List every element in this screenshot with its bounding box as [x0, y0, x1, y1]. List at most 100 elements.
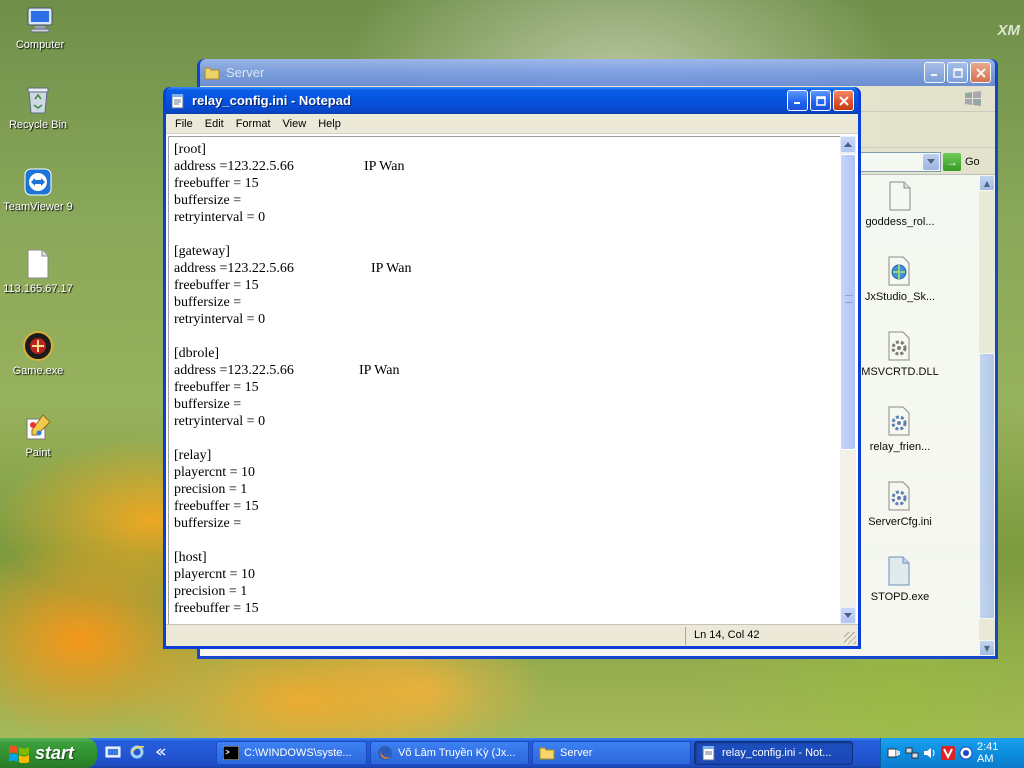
scroll-thumb[interactable]	[840, 154, 856, 450]
desktop-icon-paint[interactable]: Paint	[0, 412, 76, 459]
volume-icon[interactable]	[923, 746, 937, 761]
explorer-minimize-button[interactable]	[924, 62, 945, 83]
file-item[interactable]: STOPD.exe	[860, 555, 940, 603]
arrow-right-icon: →	[943, 153, 961, 171]
explorer-vertical-scrollbar[interactable]: ▲ ▼	[979, 175, 995, 656]
clock[interactable]: 2:41 AM	[977, 741, 1012, 765]
desktop-icon-label: Paint	[25, 447, 51, 459]
menu-file[interactable]: File	[169, 118, 199, 130]
notepad-maximize-button[interactable]	[810, 90, 831, 111]
file-item[interactable]: JxStudio_Sk...	[860, 255, 940, 303]
line-text: [host]	[174, 550, 207, 565]
text-line	[174, 532, 840, 549]
desktop-icon-label: Game.exe	[12, 365, 64, 377]
task-firefox[interactable]: Võ Lâm Truyền Kỳ (Jx...	[370, 741, 529, 765]
line-text: freebuffer = 15	[174, 601, 259, 616]
notepad-vertical-scrollbar[interactable]	[840, 136, 856, 624]
wallpaper-brand: XM	[997, 22, 1021, 39]
firefox-icon	[377, 745, 393, 761]
start-button[interactable]: start	[0, 738, 97, 768]
tray-app-icon[interactable]	[959, 746, 973, 761]
notepad-window[interactable]: relay_config.ini - Notepad File Edit For…	[163, 87, 861, 649]
resize-grip[interactable]	[844, 632, 856, 644]
notepad-minimize-button[interactable]	[787, 90, 808, 111]
text-line: retryinterval = 0	[174, 209, 840, 226]
task-label: relay_config.ini - Not...	[722, 747, 832, 759]
line-annotation: IP Wan	[359, 363, 400, 378]
line-text: buffersize =	[174, 193, 242, 208]
taskbar: start C:\WINDOWS\syste... Võ Lâm Truyền …	[0, 738, 1024, 768]
task-server-folder[interactable]: Server	[532, 741, 691, 765]
text-line: buffersize =	[174, 294, 840, 311]
line-text: retryinterval = 0	[174, 312, 266, 327]
line-text: retryinterval = 0	[174, 414, 266, 429]
desktop-icon-label: 113.165.67.17	[3, 283, 73, 295]
cursor-position: Ln 14, Col 42	[694, 629, 760, 641]
explorer-titlebar[interactable]: Server	[200, 59, 995, 86]
line-text: [relay]	[174, 448, 212, 463]
file-icon	[22, 248, 54, 280]
internet-explorer-icon[interactable]	[128, 743, 146, 761]
menu-edit[interactable]: Edit	[199, 118, 230, 130]
task-label: Server	[560, 747, 593, 759]
line-annotation: IP Wan	[364, 159, 405, 174]
text-line: [relay]	[174, 447, 840, 464]
line-text: address =123.22.5.66	[174, 363, 294, 378]
quick-launch	[104, 743, 170, 761]
text-line: playercnt = 10	[174, 464, 840, 481]
quick-launch-more-icon[interactable]	[152, 743, 170, 761]
computer-icon	[24, 4, 56, 36]
line-text: buffersize =	[174, 516, 242, 531]
text-line: retryinterval = 0	[174, 311, 840, 328]
file-item[interactable]: relay_frien...	[860, 405, 940, 453]
text-line	[174, 226, 840, 243]
line-text: precision = 1	[174, 584, 248, 599]
file-item[interactable]: ServerCfg.ini	[860, 480, 940, 528]
scroll-thumb[interactable]	[979, 353, 995, 619]
explorer-close-button[interactable]	[970, 62, 991, 83]
menu-format[interactable]: Format	[230, 118, 277, 130]
file-name: ServerCfg.ini	[868, 516, 932, 528]
web-file-icon	[884, 255, 916, 287]
tray-network-icon[interactable]	[887, 746, 901, 761]
desktop-icon-ip-file[interactable]: 113.165.67.17	[0, 248, 76, 295]
exe-file-icon	[884, 555, 916, 587]
line-text: freebuffer = 15	[174, 278, 259, 293]
game-icon	[22, 330, 54, 362]
tray-network-connection-icon[interactable]	[905, 746, 919, 761]
desktop-icon-teamviewer[interactable]: TeamViewer 9	[0, 166, 76, 213]
file-name: MSVCRTD.DLL	[861, 366, 939, 378]
folder-icon	[204, 65, 220, 81]
task-console[interactable]: C:\WINDOWS\syste...	[216, 741, 367, 765]
go-button[interactable]: → Go	[943, 152, 989, 172]
text-line: playercnt = 10	[174, 566, 840, 583]
desktop-icon-recycle-bin[interactable]: Recycle Bin	[0, 84, 76, 131]
file-name: STOPD.exe	[870, 591, 930, 603]
desktop-icon-label: Computer	[15, 39, 65, 51]
task-notepad[interactable]: relay_config.ini - Not...	[694, 741, 853, 765]
scroll-down-button[interactable]: ▼	[979, 640, 995, 656]
notepad-close-button[interactable]	[833, 90, 854, 111]
chevron-down-icon[interactable]	[923, 154, 939, 170]
file-item[interactable]: goddess_rol...	[860, 180, 940, 228]
explorer-maximize-button[interactable]	[947, 62, 968, 83]
task-label: C:\WINDOWS\syste...	[244, 747, 352, 759]
notepad-titlebar[interactable]: relay_config.ini - Notepad	[166, 87, 858, 114]
desktop-icon-game[interactable]: Game.exe	[0, 330, 76, 377]
scroll-up-button[interactable]: ▲	[979, 175, 995, 191]
show-desktop-icon[interactable]	[104, 743, 122, 761]
antivirus-v-icon[interactable]	[941, 746, 955, 761]
text-line: [host]	[174, 549, 840, 566]
line-text: retryinterval = 0	[174, 210, 266, 225]
text-line: freebuffer = 15	[174, 379, 840, 396]
line-text: freebuffer = 15	[174, 176, 259, 191]
desktop-icon-computer[interactable]: Computer	[2, 4, 78, 51]
menu-view[interactable]: View	[277, 118, 313, 130]
scroll-down-button[interactable]	[840, 607, 856, 624]
folder-icon	[539, 745, 555, 761]
scroll-up-button[interactable]	[840, 136, 856, 153]
text-editor[interactable]: [root] address =123.22.5.66 IP Wan freebuff…	[168, 136, 840, 624]
task-label: Võ Lâm Truyền Kỳ (Jx...	[398, 747, 516, 759]
file-item[interactable]: MSVCRTD.DLL	[860, 330, 940, 378]
menu-help[interactable]: Help	[312, 118, 347, 130]
